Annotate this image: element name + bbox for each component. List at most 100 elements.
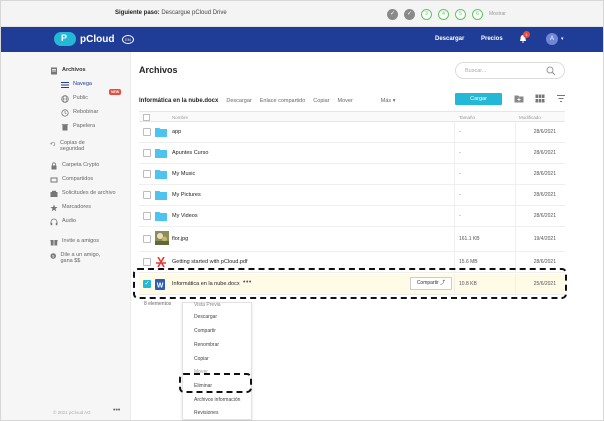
column-divider [454,185,455,206]
sidebar-item-label: Copias de seguridad [60,140,85,152]
row-checkbox[interactable] [143,258,151,266]
search-input[interactable]: Buscar... [455,62,565,79]
item-count: 8 elementos [144,301,172,307]
list-icon [61,82,69,88]
sidebar-item-backups[interactable]: Copias de seguridad [50,140,98,152]
nav-download[interactable]: Descargar [435,36,464,42]
sidebar-item-label: Audio [62,218,77,224]
step-6-icon: 6 [472,9,483,20]
sidebar-item-refer[interactable]: $ Dile a un amigo, gana $$ [50,252,110,264]
table-row[interactable]: app - 28/6/2021 [139,122,565,143]
sidebar-item-rewind[interactable]: Rebobinar [61,109,98,117]
more-dots-icon[interactable]: ••• [113,407,120,414]
row-checkbox[interactable] [143,128,151,136]
folder-icon [155,128,167,137]
sidebar-item-file-requests[interactable]: Solicitudes de archivo [50,190,116,198]
file-name: My Videos [172,213,198,219]
dollar-icon: $ [50,253,56,259]
nav-pricing[interactable]: Precios [481,36,503,42]
file-name: Apuntes Curso [172,150,209,156]
gift-icon [50,240,58,246]
row-checkbox[interactable] [143,191,151,199]
row-checkbox[interactable] [143,170,151,178]
file-name: My Music [172,171,196,177]
row-checkbox[interactable] [143,149,151,157]
show-later-link[interactable]: Mostrar [489,11,506,17]
column-divider [515,143,516,164]
sidebar-item-trash[interactable]: Papelera [61,123,95,131]
table-row[interactable]: My Videos - 28/6/2021 [139,206,565,227]
row-checkbox[interactable] [143,235,151,243]
file-date: 19/4/2021 [533,236,556,242]
file-size: - [459,192,461,198]
image-thumbnail-icon [155,231,169,245]
table-row[interactable]: Apuntes Curso - 28/6/2021 [139,143,565,164]
table-row[interactable]: flor.jpg 161.1 KB 19/4/2021 [139,227,565,252]
folder-icon [155,149,167,158]
chevron-down-icon: ▾ [392,98,396,104]
sort-icon[interactable] [556,94,566,103]
more-actions-dropdown[interactable]: Más ▾ [381,98,396,104]
share-icon [50,177,58,183]
next-step-text[interactable]: Siguiente paso: Descargue pCloud Drive [115,10,227,16]
column-divider [454,164,455,185]
column-size[interactable]: Tamaño [459,115,475,120]
sidebar-item-shared[interactable]: Compartidos [50,176,93,184]
selected-file-name: Informática en la nube.docx [139,98,219,104]
new-folder-icon[interactable] [514,94,524,103]
sidebar-item-browse[interactable]: Navega [61,81,92,89]
sidebar-item-label: Papelera [73,123,96,129]
sidebar-item-audio[interactable]: Audio [50,218,76,226]
search-icon[interactable] [546,66,556,76]
brand-name[interactable]: pCloud [80,34,114,45]
context-menu: Vista Previa Descargar Compartir Renombr… [182,302,252,420]
lock-icon [51,162,57,170]
sidebar-item-bookmarks[interactable]: Marcadores [50,204,91,212]
sidebar-item-crypto[interactable]: Carpeta Crypto [50,162,99,170]
avatar[interactable]: A [546,33,558,45]
star-icon [50,204,58,212]
column-modified[interactable]: Modificado [519,115,541,120]
move-action[interactable]: Mover [338,98,353,104]
column-divider [454,143,455,164]
table-row[interactable]: My Music - 28/6/2021 [139,164,565,185]
column-name[interactable]: Nombre [172,115,188,120]
select-all-checkbox[interactable] [143,114,150,121]
trash-icon [61,124,69,131]
table-row[interactable]: My Pictures - 28/6/2021 [139,185,565,206]
chevron-down-icon[interactable]: ▾ [561,36,564,42]
selection-toolbar: Informática en la nube.docx Descargar En… [139,96,395,106]
sidebar-item-label: Rebobinar [73,109,99,115]
copyright-text: © 2021 pCloud AG [53,410,91,415]
share-link-action[interactable]: Enlace compartido [260,98,306,104]
column-divider [515,164,516,185]
download-action[interactable]: Descargar [226,98,251,104]
column-divider [454,227,455,252]
file-size: 161.1 KB [459,236,480,242]
sidebar-item-files[interactable]: Archivos [50,67,86,75]
copy-action[interactable]: Copiar [313,98,329,104]
sidebar-item-invite[interactable]: Invite a amigos [50,238,99,246]
step-1-done-icon: ✓ [387,9,398,20]
file-date: 28/6/2021 [533,129,556,135]
file-name: flor.jpg [172,236,189,242]
language-switcher[interactable]: EN [122,35,134,44]
sidebar-item-label: Archivos [62,67,86,73]
menu-item-rename[interactable]: Renombrar [194,342,219,348]
sidebar-item-label: Compartidos [62,176,94,182]
grid-view-icon[interactable] [535,94,545,103]
sidebar-item-label: Dile a un amigo, gana $$ [60,252,101,264]
menu-item-share[interactable]: Compartir [194,328,216,334]
upload-button[interactable]: Cargar [455,93,502,105]
menu-item-revisions[interactable]: Revisiones [194,410,218,416]
more-label: Más [380,98,392,104]
file-date: 28/6/2021 [533,192,556,198]
row-checkbox[interactable] [143,212,151,220]
menu-item-download[interactable]: Descargar [194,314,217,320]
headphones-icon [50,218,58,226]
sidebar-item-public[interactable]: Public [61,95,88,103]
menu-item-copy[interactable]: Copiar [194,356,209,362]
column-divider [515,185,516,206]
menu-item-preview[interactable]: Vista Previa [194,302,221,308]
menu-item-file-info[interactable]: Archivos información [194,397,240,403]
